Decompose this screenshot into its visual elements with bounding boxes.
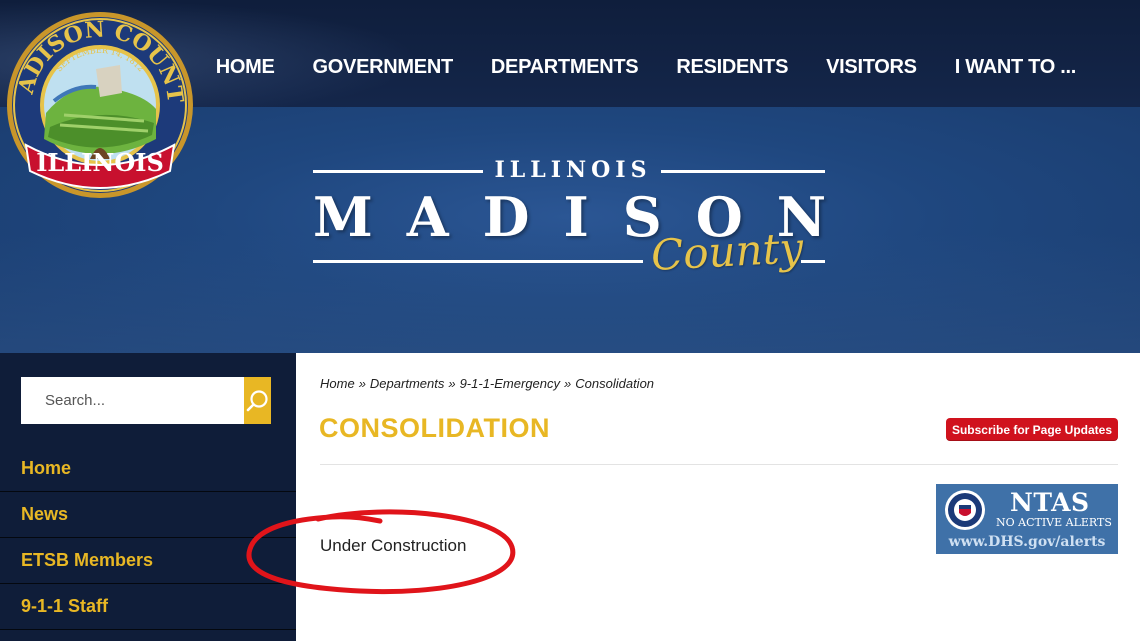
wordmark-county: County <box>649 223 805 280</box>
search-button[interactable] <box>244 377 271 424</box>
breadcrumb-home[interactable]: Home <box>320 376 355 391</box>
madison-county-wordmark: ILLINOIS MADISON County <box>313 157 826 287</box>
search-input[interactable] <box>21 377 244 424</box>
nav-i-want-to[interactable]: I WANT TO ... <box>955 56 1077 79</box>
dhs-seal-icon <box>945 490 985 530</box>
breadcrumb-separator: » <box>448 376 456 391</box>
red-circle-annotation <box>246 509 516 595</box>
wordmark-rule-bottom-left <box>313 260 643 263</box>
breadcrumb-separator: » <box>358 376 366 391</box>
county-seal-logo[interactable]: MADISON COUNTY SEPTEMBER 14, 1812 ILLINO… <box>4 9 196 201</box>
subscribe-button[interactable]: Subscribe for Page Updates <box>946 418 1118 441</box>
sidebar-item-home[interactable]: Home <box>0 446 296 492</box>
breadcrumb-911-emergency[interactable]: 9-1-1-Emergency <box>460 376 560 391</box>
nav-home[interactable]: HOME <box>216 56 275 79</box>
wordmark-rule-left <box>313 170 483 173</box>
ntas-alert-badge[interactable]: NTAS NO ACTIVE ALERTS www.DHS.gov/alerts <box>936 484 1118 554</box>
breadcrumb-current: Consolidation <box>575 376 655 391</box>
title-divider <box>320 464 1118 465</box>
wordmark-rule-bottom-right <box>801 260 825 263</box>
nav-government[interactable]: GOVERNMENT <box>313 56 454 79</box>
nav-visitors[interactable]: VISITORS <box>826 56 917 79</box>
ntas-url: www.DHS.gov/alerts <box>948 534 1106 550</box>
nav-departments[interactable]: DEPARTMENTS <box>491 56 639 79</box>
search-icon <box>246 389 268 411</box>
page-title: CONSOLIDATION <box>319 413 550 443</box>
wordmark-rule-right <box>661 170 825 173</box>
ntas-subtitle: NO ACTIVE ALERTS <box>996 516 1112 529</box>
breadcrumb-separator: » <box>564 376 572 391</box>
main-nav: HOME GOVERNMENT DEPARTMENTS RESIDENTS VI… <box>216 56 1077 79</box>
breadcrumb-departments[interactable]: Departments <box>370 376 444 391</box>
breadcrumb: Home» Departments» 9-1-1-Emergency» Consoli… <box>320 376 654 391</box>
ntas-title: NTAS <box>1010 488 1090 517</box>
search-box <box>21 377 271 424</box>
nav-residents[interactable]: RESIDENTS <box>676 56 788 79</box>
wordmark-state: ILLINOIS <box>494 157 652 183</box>
seal-banner-text: ILLINOIS <box>36 148 164 177</box>
